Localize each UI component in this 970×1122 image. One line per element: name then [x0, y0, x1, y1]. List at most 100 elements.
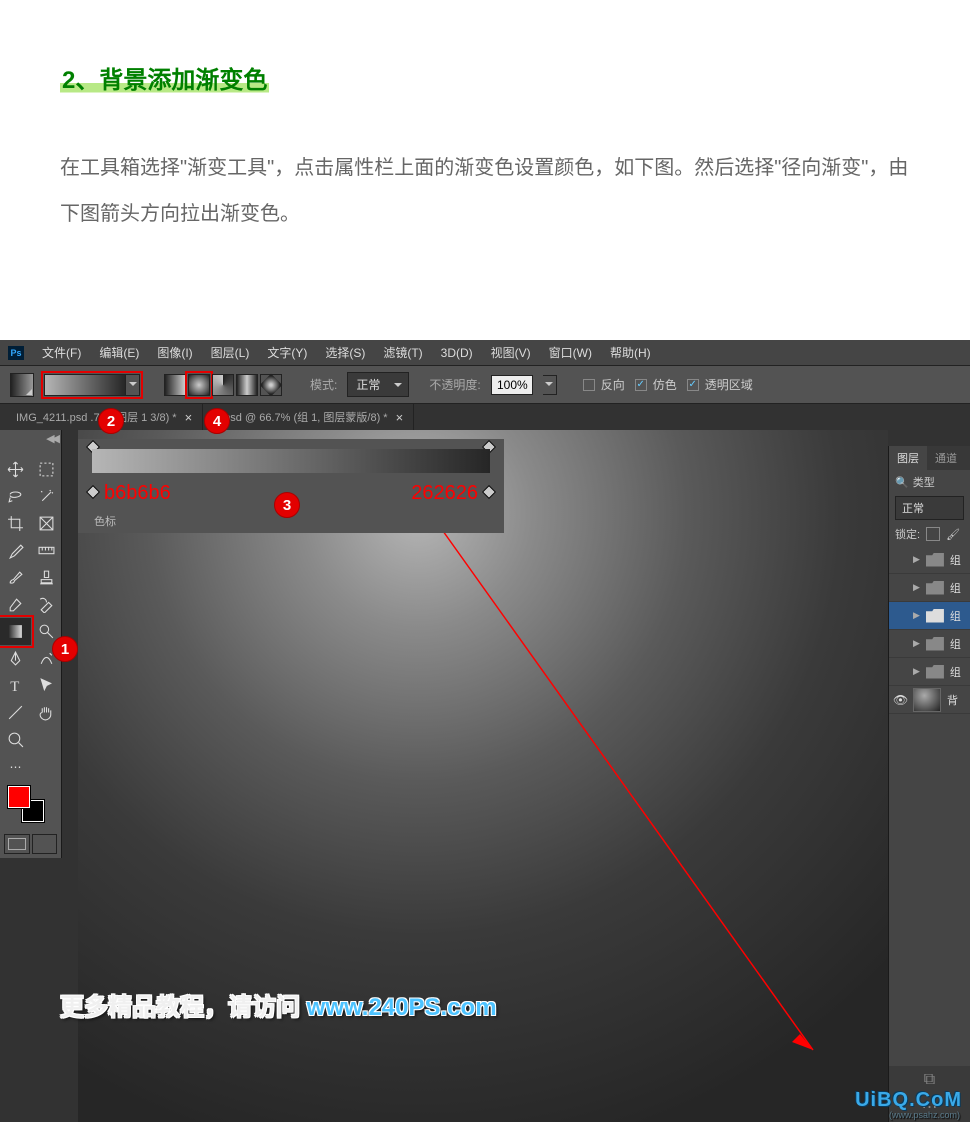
- menu-edit[interactable]: 编辑(E): [99, 344, 139, 361]
- eraser-tool[interactable]: [0, 591, 31, 618]
- path-select-tool[interactable]: [31, 672, 62, 699]
- transparency-checkbox[interactable]: ✓透明区域: [687, 376, 753, 393]
- color-stop[interactable]: [482, 485, 496, 499]
- gradient-linear-button[interactable]: [164, 374, 186, 396]
- menu-window[interactable]: 窗口(W): [549, 344, 592, 361]
- eyedropper-tool[interactable]: [0, 537, 31, 564]
- gradient-stop-label: 色标: [94, 513, 116, 529]
- opacity-dropdown[interactable]: [543, 375, 557, 395]
- gradient-radial-button[interactable]: [188, 374, 210, 396]
- foreground-color[interactable]: [8, 786, 30, 808]
- line-tool[interactable]: [0, 699, 31, 726]
- hand-tool[interactable]: [31, 699, 62, 726]
- quick-mask-button[interactable]: [32, 834, 58, 854]
- type-tool[interactable]: T: [0, 672, 31, 699]
- chevron-right-icon[interactable]: ▶: [913, 582, 920, 593]
- step-description: 在工具箱选择"渐变工具"，点击属性栏上面的渐变色设置颜色，如下图。然后选择"径向…: [60, 145, 910, 237]
- folder-icon: [926, 581, 944, 595]
- chevron-down-icon: [394, 383, 402, 391]
- link-icon[interactable]: ⧉: [924, 1071, 935, 1089]
- gradient-reflected-button[interactable]: [236, 374, 258, 396]
- menu-select[interactable]: 选择(S): [325, 344, 365, 361]
- menu-help[interactable]: 帮助(H): [610, 344, 651, 361]
- layer-row[interactable]: ▶组: [889, 602, 970, 630]
- gradient-diamond-button[interactable]: [260, 374, 282, 396]
- close-icon[interactable]: ×: [396, 410, 404, 425]
- menu-type[interactable]: 文字(Y): [267, 344, 307, 361]
- annotation-badge-4: 4: [204, 408, 230, 434]
- zoom-tool[interactable]: [0, 726, 31, 753]
- layer-row[interactable]: ▶组: [889, 630, 970, 658]
- menu-view[interactable]: 视图(V): [491, 344, 531, 361]
- annotation-badge-1: 1: [52, 636, 78, 662]
- history-brush-tool[interactable]: [31, 591, 62, 618]
- pen-tool[interactable]: [0, 645, 31, 672]
- current-tool-icon[interactable]: [10, 373, 34, 397]
- layers-panel: 图层 通道 🔍类型 正常 锁定:🖌 ▶组 ▶组 ▶组 ▶组 ▶组 👁背 ⧉ ⋯: [888, 446, 970, 1122]
- visibility-icon[interactable]: [893, 665, 907, 679]
- layer-row-background[interactable]: 👁背: [889, 686, 970, 714]
- channels-tab[interactable]: 通道: [927, 446, 965, 470]
- dither-checkbox[interactable]: ✓仿色: [635, 376, 677, 393]
- ruler-tool[interactable]: [31, 537, 62, 564]
- collapse-icon[interactable]: ◀◀: [46, 432, 57, 445]
- marquee-tool[interactable]: [31, 456, 62, 483]
- blend-mode-select[interactable]: 正常: [347, 372, 409, 397]
- svg-text:T: T: [10, 679, 19, 694]
- crop-tool[interactable]: [0, 510, 31, 537]
- chevron-right-icon[interactable]: ▶: [913, 554, 920, 565]
- move-tool[interactable]: [0, 456, 31, 483]
- mode-label: 模式:: [310, 376, 337, 393]
- lasso-tool[interactable]: [0, 483, 31, 510]
- visibility-icon[interactable]: [893, 553, 907, 567]
- document-tab[interactable]: jc.psd @ 66.7% (组 1, 图层蒙版/8) *×: [203, 404, 414, 430]
- layer-row[interactable]: ▶组: [889, 574, 970, 602]
- gradient-picker[interactable]: [44, 374, 140, 396]
- gradient-angle-button[interactable]: [212, 374, 234, 396]
- layer-blend-select[interactable]: 正常: [895, 496, 964, 520]
- wand-tool[interactable]: [31, 483, 62, 510]
- watermark-text: 更多精品教程，请访问 www.240PS.com: [60, 987, 497, 1022]
- color-swatches[interactable]: [0, 780, 61, 830]
- opacity-input[interactable]: 100%: [491, 375, 533, 395]
- gradient-preview[interactable]: [44, 374, 126, 396]
- color-stop[interactable]: [86, 485, 100, 499]
- document-tabs: IMG_4211.psd .7% (图层 1 3/8) *× jc.psd @ …: [0, 404, 970, 430]
- gradient-tool[interactable]: [0, 618, 31, 645]
- more-tools[interactable]: ⋯: [0, 753, 31, 780]
- corner-watermark-sub: (www.psahz.com): [889, 1110, 960, 1120]
- chevron-right-icon[interactable]: ▶: [913, 666, 920, 677]
- layer-filter[interactable]: 🔍类型: [889, 470, 970, 494]
- step-title: 2、背景添加渐变色: [60, 67, 269, 94]
- menu-image[interactable]: 图像(I): [157, 344, 192, 361]
- chevron-right-icon[interactable]: ▶: [913, 610, 920, 621]
- visibility-icon[interactable]: [893, 637, 907, 651]
- menu-file[interactable]: 文件(F): [42, 344, 81, 361]
- reverse-checkbox[interactable]: 反向: [583, 376, 625, 393]
- lock-brush-icon[interactable]: 🖌: [946, 528, 960, 541]
- stamp-tool[interactable]: [31, 564, 62, 591]
- brush-tool[interactable]: [0, 564, 31, 591]
- search-icon: 🔍: [895, 476, 909, 489]
- visibility-icon[interactable]: [893, 609, 907, 623]
- menu-layer[interactable]: 图层(L): [211, 344, 250, 361]
- frame-tool[interactable]: [31, 510, 62, 537]
- chevron-right-icon[interactable]: ▶: [913, 638, 920, 649]
- gradient-type-group: [164, 374, 282, 396]
- visibility-icon[interactable]: [893, 581, 907, 595]
- layers-tab[interactable]: 图层: [889, 446, 927, 470]
- options-bar: 模式: 正常 不透明度: 100% 反向 ✓仿色 ✓透明区域: [0, 366, 970, 404]
- layer-row[interactable]: ▶组: [889, 658, 970, 686]
- layer-row[interactable]: ▶组: [889, 546, 970, 574]
- visibility-icon[interactable]: 👁: [893, 693, 907, 707]
- menu-filter[interactable]: 滤镜(T): [383, 344, 422, 361]
- close-icon[interactable]: ×: [185, 410, 193, 425]
- standard-mode-button[interactable]: [4, 834, 30, 854]
- gradient-dropdown[interactable]: [126, 374, 140, 396]
- folder-icon: [926, 637, 944, 651]
- gradient-bar[interactable]: [92, 449, 490, 473]
- menu-3d[interactable]: 3D(D): [441, 346, 473, 360]
- layer-thumbnail: [913, 688, 941, 712]
- lock-transparency-icon[interactable]: [926, 527, 940, 541]
- quick-mask-row: [0, 830, 61, 858]
